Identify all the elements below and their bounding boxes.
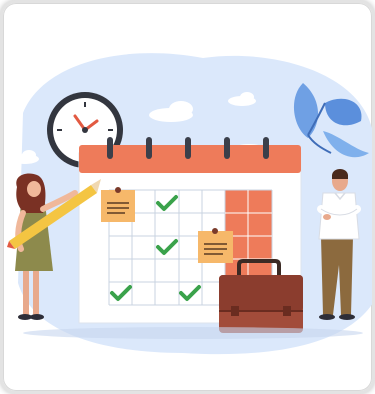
sticky-note-icon [101,187,135,222]
illustration-card [0,0,375,394]
ground-shadow [23,327,363,339]
calendar-scheduling-illustration [7,53,372,355]
sticky-note-icon [198,228,233,263]
